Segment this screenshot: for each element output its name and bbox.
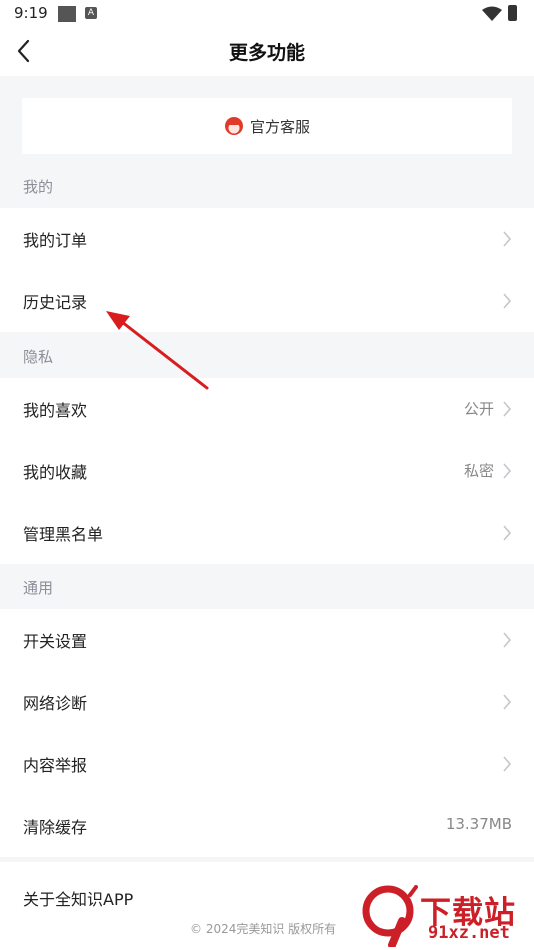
battery-icon (508, 5, 517, 21)
status-bar: 9:19 A (0, 0, 534, 28)
customer-service-avatar-icon (224, 117, 243, 135)
menu-item-label: 管理黑名单 (23, 525, 104, 544)
chevron-right-icon (503, 401, 512, 417)
section-header-privacy: 隐私 (23, 348, 54, 366)
chevron-right-icon (503, 525, 512, 541)
chevron-right-icon (503, 756, 512, 772)
customer-service-label: 官方客服 (249, 117, 310, 136)
menu-item-toggle-settings[interactable]: 开关设置 (0, 609, 534, 671)
menu-item-label: 历史记录 (23, 293, 88, 312)
chevron-right-icon (503, 231, 512, 247)
menu-item-label: 内容举报 (23, 756, 88, 775)
menu-item-label: 我的收藏 (23, 463, 88, 482)
menu-item-clear-cache[interactable]: 清除缓存 13.37MB (0, 795, 534, 857)
watermark-logo-icon (362, 885, 418, 947)
nav-bar: 更多功能 (0, 28, 534, 76)
menu-item-value: 公开 (463, 400, 494, 418)
menu-item-label: 我的喜欢 (23, 401, 88, 420)
watermark-text-url: 91xz.net (428, 923, 510, 943)
menu-item-history[interactable]: 历史记录 (0, 270, 534, 332)
customer-service-button[interactable]: 官方客服 (22, 98, 512, 154)
a-notification-icon: A (85, 7, 97, 19)
menu-item-content-report[interactable]: 内容举报 (0, 733, 534, 795)
menu-item-label: 清除缓存 (23, 818, 88, 837)
watermark: 下载站 91xz.net (362, 885, 534, 950)
menu-item-label: 开关设置 (23, 632, 88, 651)
menu-item-orders[interactable]: 我的订单 (0, 208, 534, 270)
notification-square-icon (58, 6, 76, 22)
menu-item-likes[interactable]: 我的喜欢 公开 (0, 378, 534, 440)
copyright-text: © 2024完美知识 版权所有 (190, 922, 337, 936)
status-time: 9:19 (14, 4, 48, 22)
page-title: 更多功能 (228, 42, 305, 64)
menu-item-label: 网络诊断 (23, 694, 88, 713)
menu-item-value: 私密 (463, 462, 494, 480)
about-app-link[interactable]: 关于全知识APP (23, 886, 133, 910)
chevron-right-icon (503, 293, 512, 309)
chevron-right-icon (503, 463, 512, 479)
chevron-right-icon (503, 694, 512, 710)
cache-size-value: 13.37MB (445, 815, 512, 833)
menu-item-network-diagnosis[interactable]: 网络诊断 (0, 671, 534, 733)
menu-item-label: 我的订单 (23, 231, 88, 250)
section-header-general: 通用 (23, 579, 54, 597)
wifi-icon (482, 6, 502, 21)
menu-item-blacklist[interactable]: 管理黑名单 (0, 502, 534, 564)
chevron-right-icon (503, 632, 512, 648)
menu-item-favorites[interactable]: 我的收藏 私密 (0, 440, 534, 502)
section-header-mine: 我的 (23, 178, 54, 196)
